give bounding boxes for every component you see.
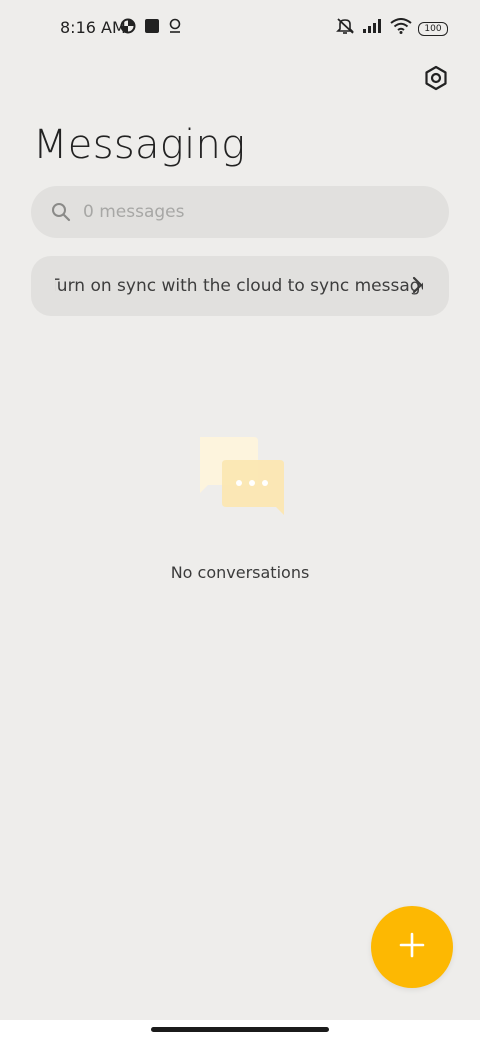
plus-icon	[398, 931, 426, 964]
sync-banner[interactable]: Turn on sync with the cloud to sync mess…	[31, 256, 449, 316]
location-icon	[168, 18, 182, 39]
status-bar: 8:16 AM 100	[0, 0, 480, 56]
chevron-right-icon	[407, 275, 427, 295]
new-message-button[interactable]	[371, 906, 453, 988]
home-gesture-handle[interactable]	[151, 1027, 329, 1032]
search-bar[interactable]	[31, 186, 449, 238]
empty-state-text: No conversations	[170, 563, 310, 582]
sync-text-container: Turn on sync with the cloud to sync mess…	[55, 256, 423, 316]
settings-hex-icon	[423, 65, 449, 96]
chat-bubbles-icon	[196, 437, 286, 517]
page-title: Messaging	[33, 122, 246, 168]
signal-icon	[362, 18, 384, 39]
search-icon	[51, 202, 71, 222]
wifi-icon	[390, 18, 412, 39]
status-right-icons: 100	[336, 17, 448, 40]
navigation-bar	[0, 1020, 480, 1040]
mute-icon	[336, 17, 356, 40]
square-icon	[144, 18, 160, 39]
status-time: 8:16 AM	[60, 18, 126, 37]
search-input[interactable]	[81, 201, 425, 223]
sync-banner-text: Turn on sync with the cloud to sync mess…	[55, 276, 423, 296]
settings-button[interactable]	[422, 65, 450, 96]
battery-icon: 100	[418, 21, 448, 36]
data-saver-icon	[120, 18, 136, 39]
status-left-icons	[120, 18, 182, 39]
